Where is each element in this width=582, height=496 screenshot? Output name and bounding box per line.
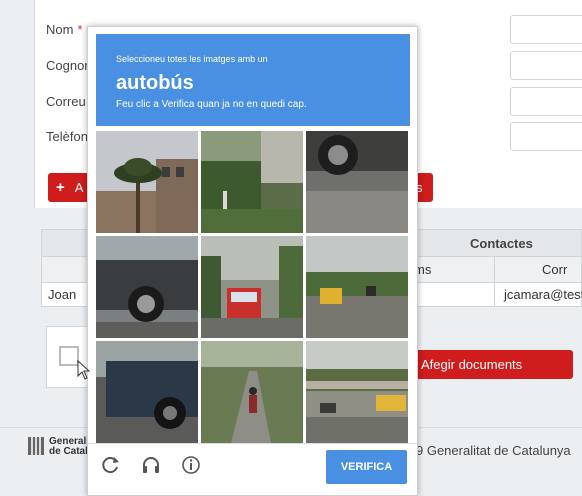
info-icon[interactable] [180,454,202,476]
add-contact-button[interactable]: + A [48,173,90,202]
captcha-footer: VERIFICA [88,443,417,496]
label-cognoms: Cognor [46,58,89,73]
captcha-tile-8[interactable] [201,341,303,443]
document-checkbox[interactable] [59,346,79,366]
label-correu: Correu [46,94,86,109]
captcha-instruction: Seleccioneu totes les imatges amb un [116,54,268,64]
cognoms-input[interactable] [510,51,582,80]
add-documents-button[interactable]: Afegir documents [405,350,573,379]
captcha-tile-7[interactable] [96,341,198,443]
row-nom: Joan [48,287,77,302]
subheader-correu: Corr [542,262,568,277]
label-telefon: Telèfon [46,129,88,144]
row-correu: jcamara@test [504,287,582,302]
generalitat-logo-icon [28,437,44,455]
captcha-tile-1[interactable] [96,131,198,233]
verify-button[interactable]: VERIFICA [326,450,407,484]
reload-icon[interactable] [100,454,122,476]
captcha-tile-5[interactable] [201,236,303,338]
captcha-tile-9[interactable] [306,341,408,443]
footer-copyright: 9 Generalitat de Catalunya [416,443,571,458]
captcha-object: autobús [116,72,194,94]
required-mark: * [77,22,83,37]
add-contact-label: A [74,180,84,195]
add-documents-label: Afegir documents [421,357,523,372]
telefon-input[interactable] [510,122,582,151]
mouse-cursor-icon [77,360,91,380]
captcha-tile-6[interactable] [306,236,408,338]
audio-icon[interactable] [140,454,162,476]
nom-input[interactable] [510,15,582,44]
plus-icon: + [56,179,65,196]
captcha-tile-4[interactable] [96,236,198,338]
contactes-header: Contactes [470,236,533,251]
captcha-tile-3[interactable] [306,131,408,233]
captcha-dialog: Seleccioneu totes les imatges amb un aut… [87,26,418,496]
captcha-header: Seleccioneu totes les imatges amb un aut… [96,34,410,126]
label-nom: Nom * [46,22,83,37]
correu-input[interactable] [510,87,582,116]
captcha-hint: Feu clic a Verifica quan ja no en quedi … [116,99,307,110]
captcha-tile-2[interactable] [201,131,303,233]
